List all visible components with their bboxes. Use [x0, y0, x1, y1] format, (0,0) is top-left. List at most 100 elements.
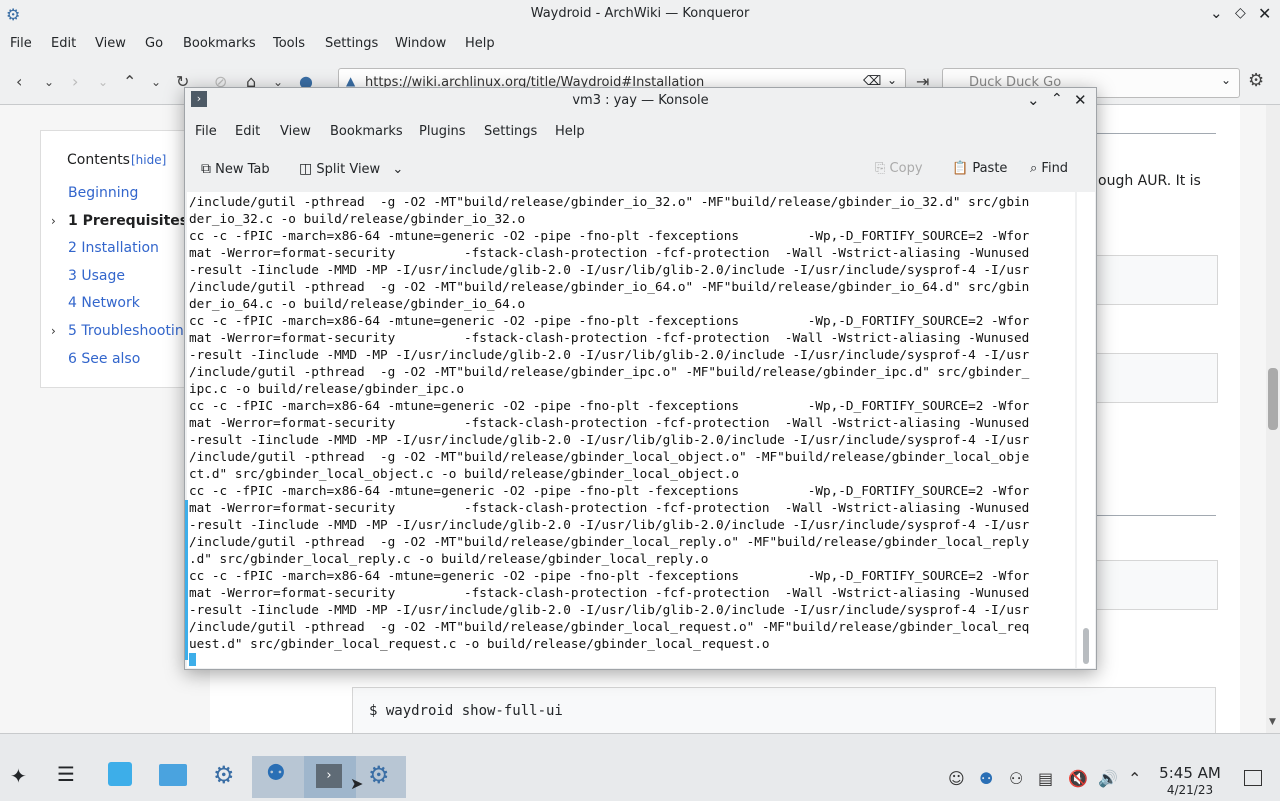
- application-launcher-icon[interactable]: ✦: [10, 764, 27, 788]
- toc-item-installation[interactable]: 2 Installation: [68, 240, 159, 256]
- terminal-line: cc -c -fPIC -march=x86-64 -mtune=generic…: [189, 398, 1030, 413]
- web-browser-icon: ⚙: [213, 761, 235, 789]
- up-icon[interactable]: ⌃: [123, 72, 136, 91]
- task-konqueror[interactable]: ⚙: [204, 756, 246, 798]
- menu-bookmarks[interactable]: Bookmarks: [183, 36, 256, 51]
- menu-file[interactable]: File: [10, 36, 32, 51]
- terminal-line: der_io_64.c -o build/release/gbinder_io_…: [189, 296, 526, 311]
- terminal-line: cc -c -fPIC -march=x86-64 -mtune=generic…: [189, 483, 1030, 498]
- search-engine-dropdown-icon[interactable]: ⌄: [1221, 73, 1231, 87]
- forward-icon[interactable]: ›: [72, 72, 78, 91]
- task-konsole[interactable]: ›: [304, 756, 356, 798]
- forward-dropdown-icon[interactable]: ⌄: [98, 75, 108, 89]
- back-dropdown-icon[interactable]: ⌄: [44, 75, 54, 89]
- new-tab-label: New Tab: [215, 162, 270, 177]
- chevron-down-icon[interactable]: ⌄: [392, 162, 403, 177]
- muted-volume-icon[interactable]: 🔇: [1068, 769, 1088, 788]
- menu-view[interactable]: View: [95, 36, 126, 51]
- clock-time[interactable]: 5:45 AM: [1155, 764, 1225, 782]
- menu-help[interactable]: Help: [465, 36, 495, 51]
- copy-icon: ⎘: [875, 161, 886, 176]
- task-discover[interactable]: [100, 756, 142, 798]
- show-desktop-icon[interactable]: [1244, 770, 1262, 786]
- bluetooth-icon[interactable]: ⚉: [979, 769, 993, 788]
- terminal-line: /include/gutil -pthread -g -O2 -MT"build…: [189, 364, 1030, 379]
- menu-tools[interactable]: Tools: [273, 36, 305, 51]
- maximize-icon[interactable]: ⌃: [1051, 91, 1063, 107]
- konsole-menu-help[interactable]: Help: [555, 124, 585, 139]
- menu-go[interactable]: Go: [145, 36, 163, 51]
- user-icon[interactable]: ☺: [948, 769, 965, 788]
- menu-window[interactable]: Window: [395, 36, 446, 51]
- konsole-menu-edit[interactable]: Edit: [235, 124, 260, 139]
- task-konqueror-window[interactable]: ⚙: [356, 756, 406, 798]
- up-dropdown-icon[interactable]: ⌄: [151, 75, 161, 89]
- url-history-dropdown-icon[interactable]: ⌄: [887, 73, 897, 87]
- toc-item-label: See also: [81, 351, 141, 367]
- konsole-menu-view[interactable]: View: [280, 124, 311, 139]
- show-hidden-icons-chevron-icon[interactable]: ⌃: [1128, 769, 1141, 788]
- close-icon[interactable]: ✕: [1258, 4, 1271, 23]
- maximize-icon[interactable]: ◇: [1235, 5, 1246, 21]
- konsole-menu-bookmarks[interactable]: Bookmarks: [330, 124, 403, 139]
- settings-gear-icon[interactable]: ⚙: [1248, 70, 1264, 91]
- copy-label: Copy: [889, 161, 923, 176]
- copy-button[interactable]: ⎘ Copy: [875, 161, 923, 176]
- mouse-pointer-icon: ➤: [350, 774, 364, 793]
- konsole-menu-settings[interactable]: Settings: [484, 124, 537, 139]
- expand-chevron-icon[interactable]: ›: [51, 324, 56, 338]
- toc-item-prerequisites[interactable]: 1 Prerequisites: [68, 213, 188, 229]
- toc-item-network[interactable]: 4 Network: [68, 295, 140, 311]
- terminal-scrollbar[interactable]: [1077, 192, 1095, 668]
- konsole-window-title: vm3 : yay — Konsole: [572, 93, 709, 108]
- find-button[interactable]: ⌕ Find: [1030, 161, 1068, 176]
- terminal-line: -result -Iinclude -MMD -MP -I/usr/includ…: [189, 262, 1030, 277]
- toc-item-see-also[interactable]: 6 See also: [68, 351, 140, 367]
- terminal-line: ipc.c -o build/release/gbinder_ipc.o: [189, 381, 464, 396]
- konsole-menu-file[interactable]: File: [195, 124, 217, 139]
- task-active-app[interactable]: ⚉: [252, 756, 304, 798]
- terminal-cursor: [189, 653, 196, 666]
- minimize-icon[interactable]: ⌄: [1210, 4, 1223, 22]
- task-dolphin[interactable]: [152, 756, 194, 798]
- toc-item-usage[interactable]: 3 Usage: [68, 268, 125, 284]
- clock-date[interactable]: 4/21/23: [1155, 783, 1225, 797]
- toc-item-label: Beginning: [68, 185, 139, 201]
- toc-item-beginning[interactable]: Beginning: [68, 185, 138, 201]
- toc-item-troubleshooting[interactable]: 5 Troubleshootin: [68, 323, 184, 339]
- task-system-settings[interactable]: ☰: [48, 756, 90, 798]
- back-icon[interactable]: ‹: [16, 72, 22, 91]
- clipboard-icon[interactable]: ▤: [1038, 769, 1053, 788]
- close-icon[interactable]: ✕: [1074, 91, 1087, 109]
- konsole-menu-plugins[interactable]: Plugins: [419, 124, 466, 139]
- scroll-down-icon[interactable]: ▼: [1269, 717, 1276, 727]
- menu-settings[interactable]: Settings: [325, 36, 378, 51]
- network-icon[interactable]: ⚇: [1009, 769, 1023, 788]
- minimize-icon[interactable]: ⌄: [1027, 91, 1040, 109]
- split-view-button[interactable]: ◫ Split View ⌄: [299, 161, 403, 177]
- code-block-1: [1092, 255, 1218, 305]
- toc-hide-link[interactable]: [hide]: [131, 153, 166, 167]
- terminal-line: cc -c -fPIC -march=x86-64 -mtune=generic…: [189, 313, 1030, 328]
- toc-item-label: Installation: [81, 240, 159, 256]
- toc-item-number: 1: [68, 213, 78, 229]
- new-tab-button[interactable]: ⧉ New Tab: [201, 161, 270, 177]
- terminal-output[interactable]: /include/gutil -pthread -g -O2 -MT"build…: [187, 192, 1075, 668]
- shopping-bag-icon: [108, 762, 132, 786]
- terminal-line: -result -Iinclude -MMD -MP -I/usr/includ…: [189, 432, 1030, 447]
- konqueror-window-title: Waydroid - ArchWiki — Konqueror: [530, 6, 750, 21]
- konsole-window: › vm3 : yay — Konsole ⌄ ⌃ ✕ File Edit Vi…: [184, 87, 1097, 670]
- toc-item-label: Troubleshootin: [81, 323, 184, 339]
- volume-icon[interactable]: 🔊: [1098, 769, 1118, 788]
- page-scrollbar-thumb[interactable]: [1268, 368, 1278, 430]
- paste-button[interactable]: 📋 Paste: [952, 161, 1007, 176]
- terminal-line: -result -Iinclude -MMD -MP -I/usr/includ…: [189, 602, 1030, 617]
- search-icon: ⌕: [1030, 161, 1038, 176]
- terminal-scrollbar-thumb[interactable]: [1083, 628, 1089, 664]
- terminal-line: mat -Werror=format-security -fstack-clas…: [189, 415, 1030, 430]
- toc-item-number: 3: [68, 268, 77, 284]
- terminal-line: /include/gutil -pthread -g -O2 -MT"build…: [189, 449, 1030, 464]
- page-scrollbar[interactable]: ▼: [1266, 105, 1280, 733]
- expand-chevron-icon[interactable]: ›: [51, 214, 56, 228]
- menu-edit[interactable]: Edit: [51, 36, 76, 51]
